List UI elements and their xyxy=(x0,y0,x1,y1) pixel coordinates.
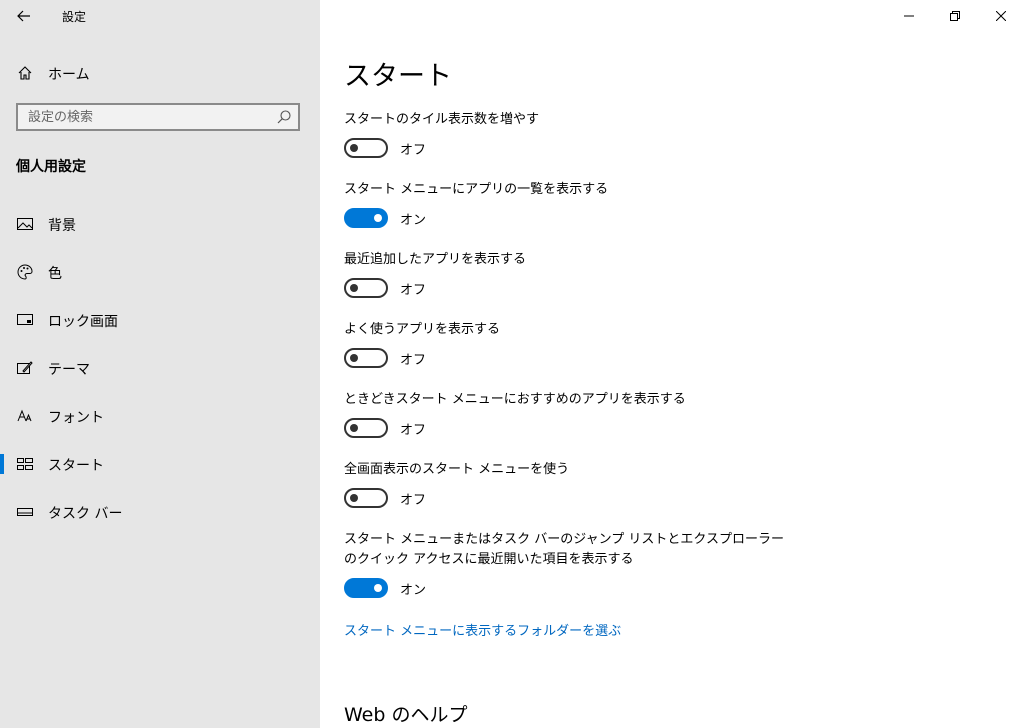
toggle-row: オフ xyxy=(344,278,804,300)
toggle-knob xyxy=(350,494,358,502)
taskbar-icon xyxy=(16,503,34,521)
setting-recent-apps: 最近追加したアプリを表示する オフ xyxy=(344,250,804,300)
page-title: スタート xyxy=(344,61,452,92)
toggle-switch[interactable] xyxy=(344,278,388,298)
section-title: 個人用設定 xyxy=(16,159,86,175)
toggle-switch[interactable] xyxy=(344,418,388,438)
sidebar-item-background[interactable]: 背景 xyxy=(0,204,320,244)
setting-recent-items: スタート メニューまたはタスク バーのジャンプ リストとエクスプローラーのクイッ… xyxy=(344,530,784,600)
close-button[interactable] xyxy=(978,0,1024,32)
back-button[interactable] xyxy=(10,4,38,28)
toggle-knob xyxy=(350,144,358,152)
toggle-knob xyxy=(350,424,358,432)
web-help-heading: Web のヘルプ xyxy=(344,704,468,726)
toggle-switch[interactable] xyxy=(344,578,388,598)
sidebar-item-label: ロック画面 xyxy=(48,314,118,330)
toggle-row: オン xyxy=(344,578,784,600)
start-icon xyxy=(16,455,34,473)
sidebar-item-label: スタート xyxy=(48,458,104,474)
lock-screen-icon xyxy=(16,311,34,329)
toggle-switch[interactable] xyxy=(344,348,388,368)
toggle-switch[interactable] xyxy=(344,208,388,228)
toggle-knob xyxy=(350,354,358,362)
setting-label: よく使うアプリを表示する xyxy=(344,322,501,337)
setting-label: スタート メニューにアプリの一覧を表示する xyxy=(344,182,609,197)
toggle-state-label: オフ xyxy=(400,143,427,158)
app-title: 設定 xyxy=(62,10,87,24)
toggle-row: オフ xyxy=(344,138,804,160)
toggle-state-label: オン xyxy=(400,213,427,228)
setting-label: 全画面表示のスタート メニューを使う xyxy=(344,462,570,477)
setting-label: 最近追加したアプリを表示する xyxy=(344,252,527,267)
toggle-row: オン xyxy=(344,208,804,230)
sidebar-item-label: タスク バー xyxy=(48,506,123,522)
toggle-knob xyxy=(374,214,382,222)
title-bar: 設定 xyxy=(0,0,320,32)
palette-icon xyxy=(16,263,34,281)
toggle-row: オフ xyxy=(344,348,804,370)
toggle-state-label: オフ xyxy=(400,283,427,298)
home-icon xyxy=(16,64,34,82)
setting-most-used: よく使うアプリを表示する オフ xyxy=(344,320,804,370)
minimize-button[interactable] xyxy=(886,0,932,32)
toggle-state-label: オフ xyxy=(400,493,427,508)
choose-folders-link[interactable]: スタート メニューに表示するフォルダーを選ぶ xyxy=(344,620,621,639)
search-input[interactable] xyxy=(18,105,268,129)
sidebar: 設定 ホーム 個人用設定 背景 色 ロック画面 テーマ xyxy=(0,0,320,728)
sidebar-item-taskbar[interactable]: タスク バー xyxy=(0,492,320,532)
restore-button[interactable] xyxy=(932,0,978,32)
picture-icon xyxy=(16,215,34,233)
toggle-state-label: オフ xyxy=(400,353,427,368)
sidebar-item-theme[interactable]: テーマ xyxy=(0,348,320,388)
search-icon[interactable] xyxy=(276,109,292,125)
sidebar-item-label: テーマ xyxy=(48,362,90,378)
toggle-row: オフ xyxy=(344,418,804,440)
back-arrow-icon xyxy=(17,10,30,22)
sidebar-item-label: 背景 xyxy=(48,218,76,234)
toggle-knob xyxy=(350,284,358,292)
sidebar-item-font[interactable]: フォント xyxy=(0,396,320,436)
home-label: ホーム xyxy=(48,67,90,83)
home-nav-item[interactable]: ホーム xyxy=(0,56,320,90)
font-icon xyxy=(16,407,34,425)
setting-more-tiles: スタートのタイル表示数を増やす オフ xyxy=(344,110,804,160)
close-icon xyxy=(996,11,1006,21)
sidebar-item-color[interactable]: 色 xyxy=(0,252,320,292)
setting-label: スタート メニューまたはタスク バーのジャンプ リストとエクスプローラーのクイッ… xyxy=(344,532,784,567)
minimize-icon xyxy=(904,15,914,17)
toggle-knob xyxy=(374,584,382,592)
toggle-state-label: オフ xyxy=(400,423,427,438)
theme-icon xyxy=(16,359,34,377)
setting-label: ときどきスタート メニューにおすすめのアプリを表示する xyxy=(344,392,686,407)
setting-suggestions: ときどきスタート メニューにおすすめのアプリを表示する オフ xyxy=(344,390,804,440)
search-box[interactable] xyxy=(16,103,300,131)
setting-label: スタートのタイル表示数を増やす xyxy=(344,112,540,127)
sidebar-item-label: フォント xyxy=(48,410,104,426)
sidebar-item-label: 色 xyxy=(48,266,62,282)
setting-app-list: スタート メニューにアプリの一覧を表示する オン xyxy=(344,180,804,230)
toggle-switch[interactable] xyxy=(344,488,388,508)
sidebar-item-start[interactable]: スタート xyxy=(0,444,320,484)
restore-icon xyxy=(950,11,960,21)
toggle-row: オフ xyxy=(344,488,804,510)
toggle-switch[interactable] xyxy=(344,138,388,158)
sidebar-item-lock-screen[interactable]: ロック画面 xyxy=(0,300,320,340)
toggle-state-label: オン xyxy=(400,583,427,598)
main-panel: スタート スタートのタイル表示数を増やす オフ スタート メニューにアプリの一覧… xyxy=(320,0,1024,728)
setting-full-screen: 全画面表示のスタート メニューを使う オフ xyxy=(344,460,804,510)
